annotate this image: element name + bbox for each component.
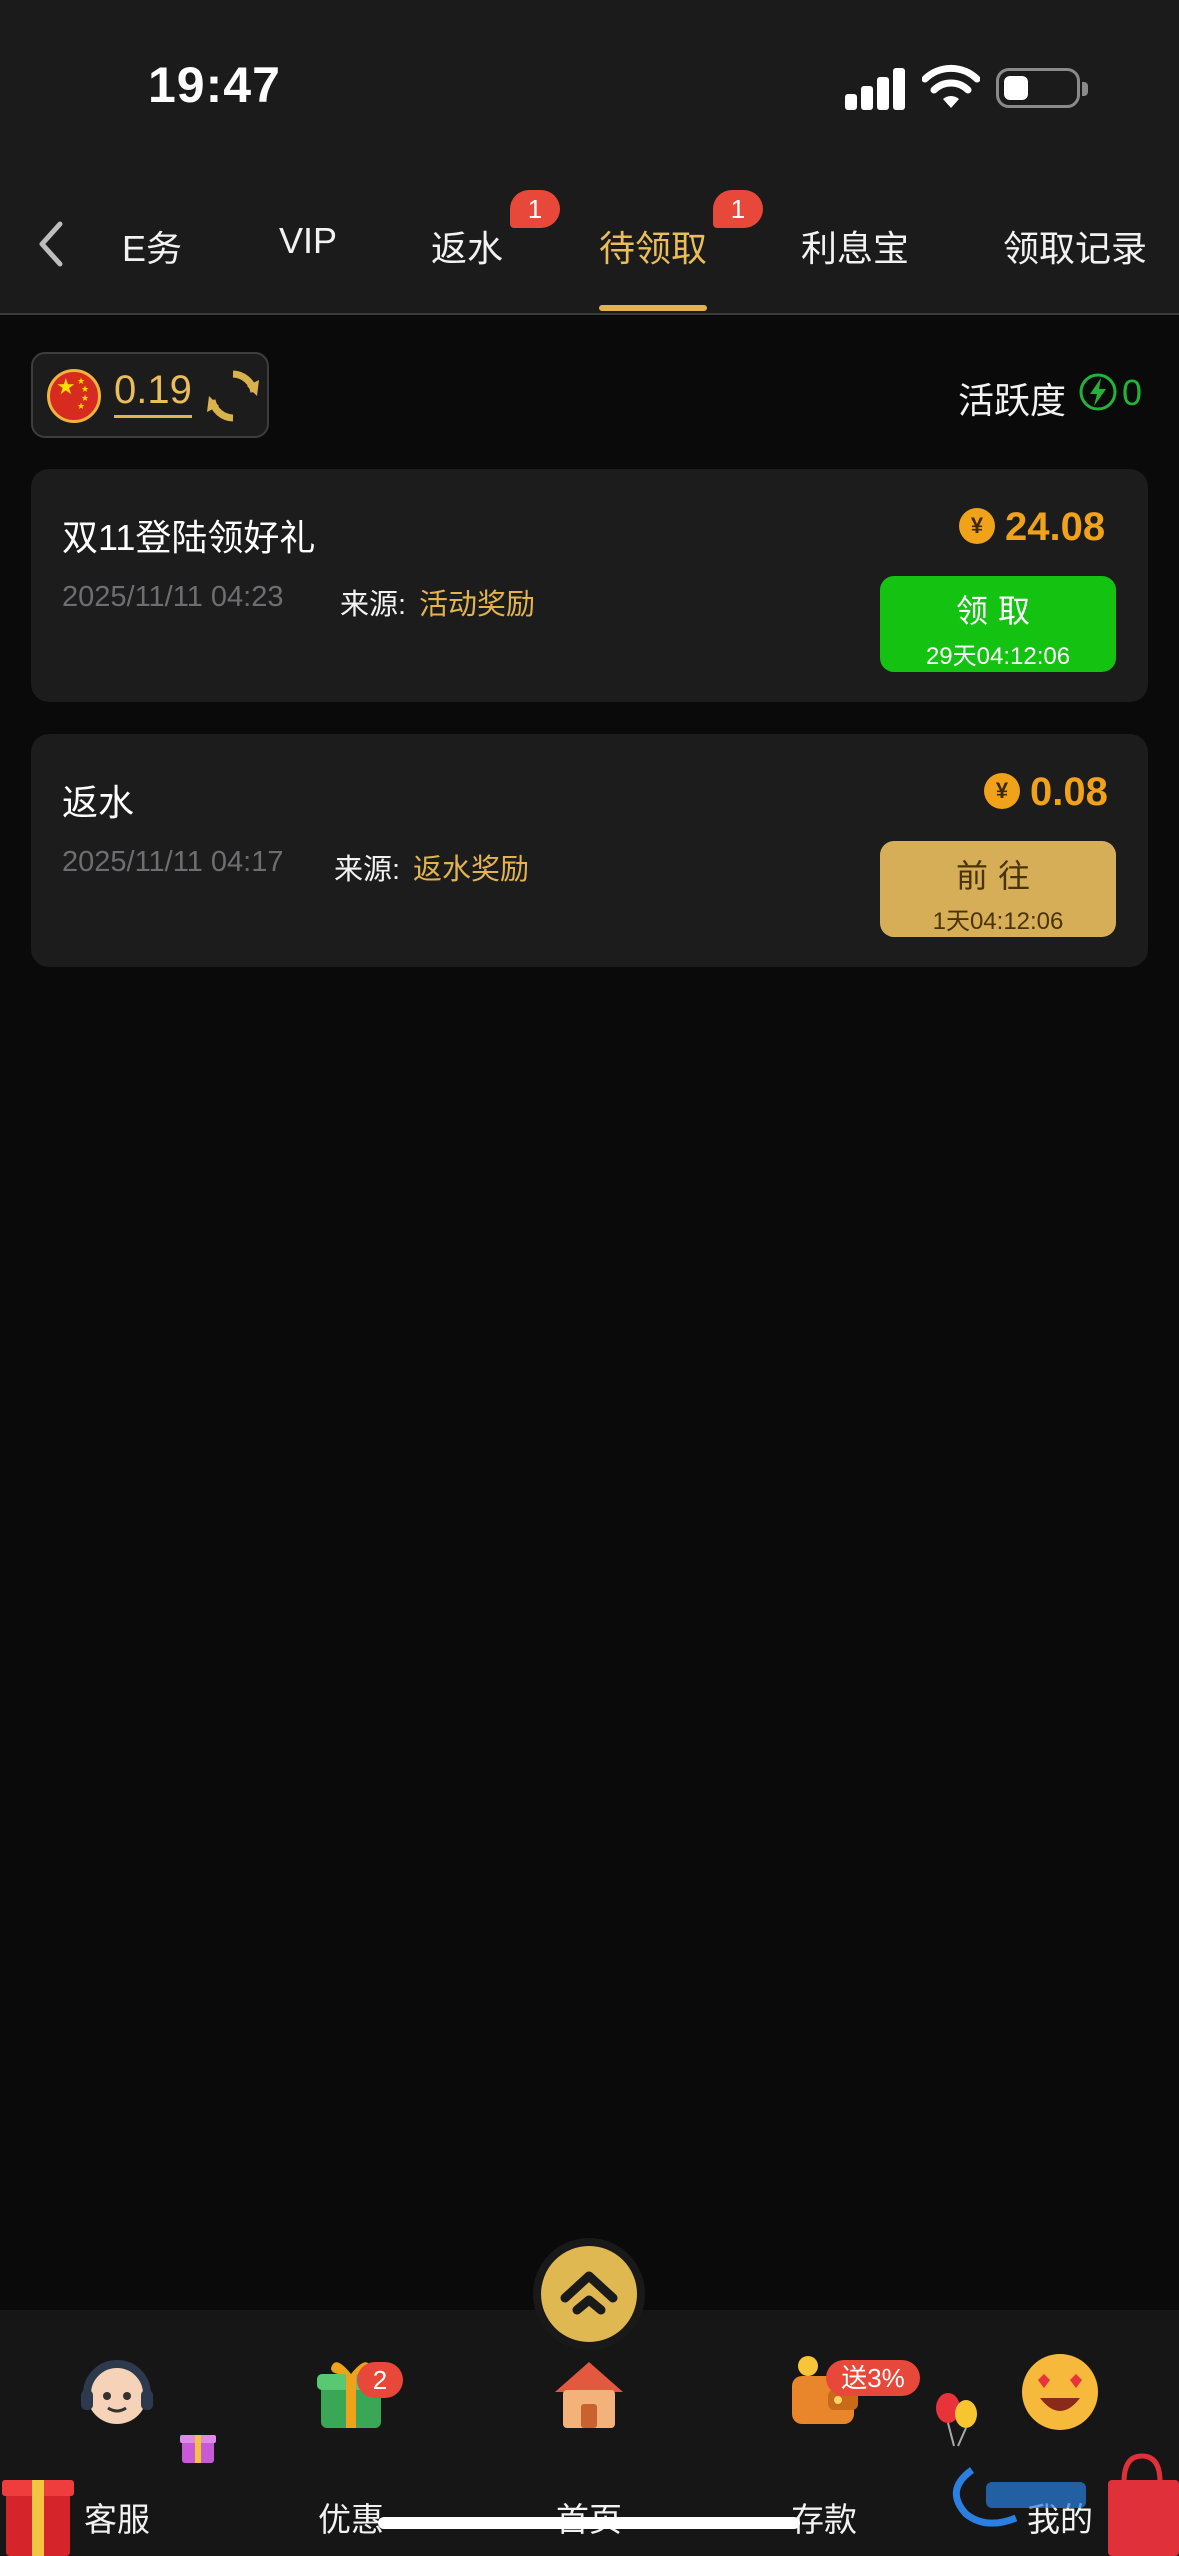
balloons-icon [936, 2393, 977, 2447]
tab-claim-history[interactable]: 领取记录 [1003, 220, 1147, 272]
coin-icon: ¥ [959, 508, 995, 544]
wifi-icon [922, 64, 980, 108]
balance-box: ★ ★ ★ ★ ★ 0.19 [31, 352, 269, 438]
claim-source-label: 来源: [334, 854, 401, 886]
activity-label: 活跃度 [958, 380, 1067, 421]
claim-amount: 0.08 [1030, 770, 1108, 814]
activity-value: 0 [1122, 372, 1143, 413]
china-flag-icon: ★ ★ ★ ★ ★ [47, 369, 101, 423]
status-bar: 19:47 [0, 0, 1179, 170]
claim-amount: 24.08 [1005, 505, 1106, 549]
tab-vip[interactable]: VIP [279, 220, 337, 262]
red-shopping-bag-icon [1108, 2453, 1179, 2556]
watermark-logo-icon [953, 2467, 1086, 2527]
smiley-icon [1022, 2354, 1098, 2430]
nav-mine[interactable] [995, 2350, 1125, 2439]
claim-button[interactable]: 领取 29天04:12:06 [880, 576, 1116, 672]
coin-icon: ¥ [984, 773, 1020, 809]
tab-rebate[interactable]: 返水 [431, 220, 503, 272]
back-chevron-icon[interactable] [28, 218, 76, 270]
tab-interest[interactable]: 利息宝 [801, 220, 909, 272]
home-indicator [378, 2517, 800, 2529]
battery-icon [996, 68, 1088, 108]
balance-amount: 0.19 [114, 368, 192, 418]
cellular-signal-icon [845, 68, 907, 110]
red-gift-decoration-icon [2, 2480, 74, 2556]
claim-date: 2025/11/11 04:23 [62, 581, 284, 613]
lightning-icon [1079, 373, 1117, 411]
status-time: 19:47 [148, 57, 281, 113]
claim-source: 返水奖励 [413, 854, 530, 886]
claim-button-countdown: 29天04:12:06 [925, 643, 1071, 670]
claim-date: 2025/11/11 04:17 [62, 846, 284, 878]
claim-source: 活动奖励 [419, 589, 536, 621]
nav-promotions[interactable] [286, 2350, 416, 2439]
tab-pending-badge: 1 [713, 190, 763, 228]
tab-bar: E务 VIP 返水 1 待领取 1 利息宝 领取记录 [0, 170, 1179, 315]
claim-button-label: 领取 [955, 593, 1040, 629]
go-button-label: 前往 [955, 858, 1040, 894]
nav-customer-service[interactable] [52, 2350, 182, 2439]
claim-title: 返水 [62, 782, 135, 823]
scroll-top-button[interactable] [533, 2238, 645, 2350]
go-button-countdown: 1天04:12:06 [932, 908, 1064, 935]
promotions-badge: 2 [357, 2362, 403, 2398]
deposit-bonus-badge: 送3% [826, 2360, 920, 2396]
refresh-icon[interactable] [205, 368, 261, 424]
tab-rebate-badge: 1 [510, 190, 560, 228]
double-chevron-up-icon [560, 2271, 618, 2315]
claim-card: 双11登陆领好礼 2025/11/11 04:23 来源: 活动奖励 ¥ 24.… [31, 469, 1148, 702]
claim-card: 返水 2025/11/11 04:17 来源: 返水奖励 ¥ 0.08 前往 1… [31, 734, 1148, 967]
nav-home[interactable] [524, 2350, 654, 2439]
claim-title: 双11登陆领好礼 [62, 517, 316, 558]
tab-pending[interactable]: 待领取 [599, 220, 707, 272]
home-icon [555, 2362, 623, 2428]
active-tab-indicator [599, 305, 707, 311]
claim-source-label: 来源: [340, 589, 407, 621]
tab-tasks[interactable]: E务 [122, 220, 182, 272]
go-button[interactable]: 前往 1天04:12:06 [880, 841, 1116, 937]
customer-service-icon [81, 2360, 153, 2424]
gift-box-small-icon [180, 2435, 216, 2463]
